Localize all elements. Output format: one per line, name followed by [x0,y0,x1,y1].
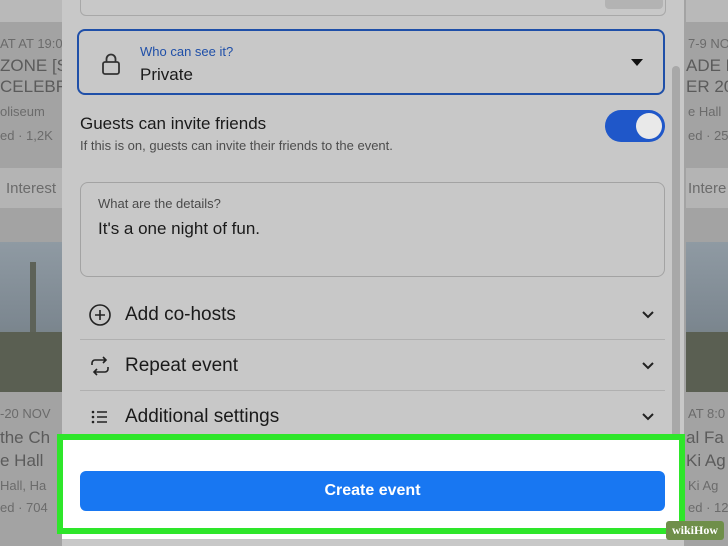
bg-left-photo [0,242,62,392]
repeat-event-label: Repeat event [125,355,239,376]
bg-left-title-2b: e Hall [0,451,44,470]
chevron-down-icon [642,311,654,319]
previous-field[interactable] [80,0,666,16]
bg-right-date-1: 7-9 NO [688,36,728,51]
details-label: What are the details? [98,196,221,211]
bg-left-meta-1: ed · 1,2K [0,128,53,143]
plus-circle-icon [89,304,111,326]
bg-left-title-1b: CELEBR [0,77,69,96]
bg-left-title-1a: ZONE [S [0,56,69,75]
bg-right-venue-2: Ki Ag [688,478,719,493]
bg-left-venue-2: Hall, Ha [0,478,47,493]
additional-settings-label: Additional settings [125,406,280,427]
bg-left-date-1: AT AT 19:00 [0,36,70,51]
bg-card-top-right [686,0,728,22]
bg-right-title-1b: ER 20 [686,77,728,96]
chevron-down-icon [642,413,654,421]
bg-right-photo [686,242,728,392]
bg-left-title-2a: the Ch [0,428,51,447]
details-textarea[interactable]: What are the details? It's a one night o… [80,182,665,277]
list-icon [91,410,107,424]
bg-left-interest-label: Interest [6,180,57,197]
guests-toggle-description: If this is on, guests can invite their f… [80,138,393,153]
chevron-down-icon [642,362,654,370]
guests-invite-toggle[interactable] [605,110,665,142]
add-co-hosts-row[interactable]: Add co-hosts [80,290,665,340]
privacy-value: Private [140,65,193,84]
bg-right-title-2b: Ki Ag [686,451,726,470]
details-value: It's a one night of fun. [98,219,261,238]
toggle-knob [636,113,662,139]
modal-scrollbar[interactable] [672,66,680,454]
highlight-box [57,434,685,534]
privacy-select[interactable]: Who can see it? Private [77,29,665,95]
bg-right-venue-1: e Hall [688,104,722,119]
bg-right-meta-1: ed · 25 [688,128,728,143]
previous-field-button[interactable] [605,0,663,9]
bg-card-top-left [0,0,62,22]
bg-right-date-2: AT 8:0 [688,406,726,421]
guests-toggle-title: Guests can invite friends [80,114,267,133]
bg-right-title-1a: ADE H [686,56,728,75]
add-co-hosts-label: Add co-hosts [125,304,236,325]
caret-down-icon [631,59,643,66]
repeat-event-row[interactable]: Repeat event [80,341,665,391]
bg-right-title-2a: al Fa [686,428,724,447]
wikihow-watermark: wikiHow [665,521,724,540]
bg-left-venue-1: oliseum [0,104,45,119]
watermark-wiki: wiki [671,523,694,537]
bg-left-date-2: -20 NOV [0,406,51,421]
repeat-icon [91,356,109,376]
bg-right-interest-label: Intere [688,180,727,197]
lock-icon [102,53,120,75]
privacy-label: Who can see it? [140,44,234,59]
bg-left-meta-2: ed · 704 [0,500,48,515]
bg-right-meta-2: ed · 12 [688,500,728,515]
watermark-how: How [694,523,718,537]
